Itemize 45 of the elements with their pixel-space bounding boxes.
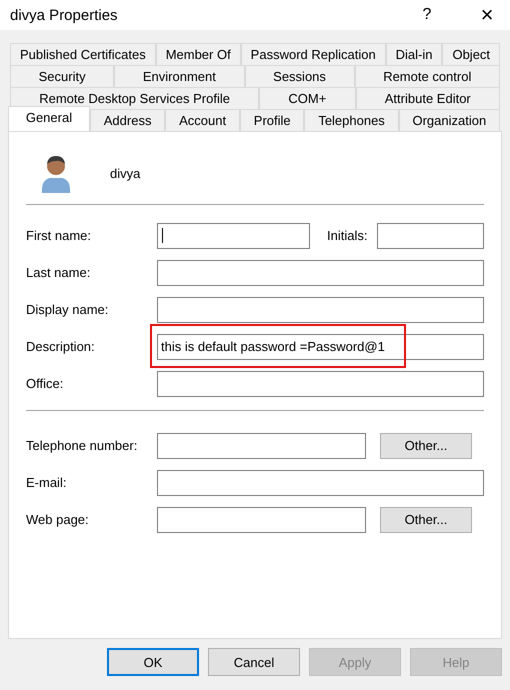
other-button[interactable]: Other...	[380, 506, 472, 532]
tab[interactable]: Remote control	[354, 65, 500, 87]
tab[interactable]: COM+	[259, 87, 356, 109]
user-name: divya	[110, 166, 140, 180]
tab[interactable]: Organization	[398, 109, 500, 131]
help-button[interactable]: ?	[412, 6, 442, 24]
tab[interactable]: Profile	[240, 109, 304, 131]
tab[interactable]: Telephones	[304, 109, 399, 131]
tab[interactable]: Remote Desktop Services Profile	[10, 87, 260, 109]
input-field[interactable]	[157, 296, 484, 322]
tab[interactable]: Address	[90, 109, 166, 131]
field-label: Initials:	[327, 228, 368, 243]
close-button[interactable]: ×	[464, 4, 510, 26]
window-title: divya Properties	[10, 6, 119, 24]
dialog-button[interactable]: Cancel	[208, 648, 300, 676]
tab[interactable]: Password Replication	[240, 43, 386, 65]
input-field[interactable]	[157, 260, 484, 286]
input-field[interactable]	[157, 470, 484, 496]
tab[interactable]: Security	[10, 65, 114, 87]
input-field[interactable]	[377, 222, 484, 248]
dialog-button[interactable]: OK	[107, 648, 199, 676]
field-label: Web page:	[26, 512, 90, 527]
tab[interactable]: Dial-in	[386, 43, 442, 65]
field-label: First name:	[26, 228, 92, 243]
field-label: Telephone number:	[26, 438, 138, 453]
field-label: Description:	[26, 339, 96, 354]
field-label: Display name:	[26, 302, 110, 317]
field-label: E-mail:	[26, 475, 68, 490]
input-field[interactable]: this is default password =Password@1	[157, 334, 484, 360]
tab[interactable]: Published Certificates	[10, 43, 156, 65]
tab[interactable]: Environment	[114, 65, 245, 87]
tab[interactable]: Object	[442, 43, 500, 65]
field-label: Last name:	[26, 265, 92, 280]
tab[interactable]: Sessions	[244, 65, 355, 87]
input-field[interactable]	[157, 370, 484, 396]
input-field[interactable]	[157, 222, 310, 248]
tab[interactable]: Account	[165, 109, 240, 131]
tab[interactable]: Member Of	[156, 43, 241, 65]
tab[interactable]: Attribute Editor	[356, 87, 500, 109]
other-button[interactable]: Other...	[380, 432, 472, 458]
input-field[interactable]	[157, 506, 366, 532]
input-field[interactable]	[157, 432, 366, 458]
tab[interactable]: General	[8, 106, 90, 131]
field-label: Office:	[26, 376, 64, 391]
field-value: this is default password =Password@1	[161, 339, 385, 354]
